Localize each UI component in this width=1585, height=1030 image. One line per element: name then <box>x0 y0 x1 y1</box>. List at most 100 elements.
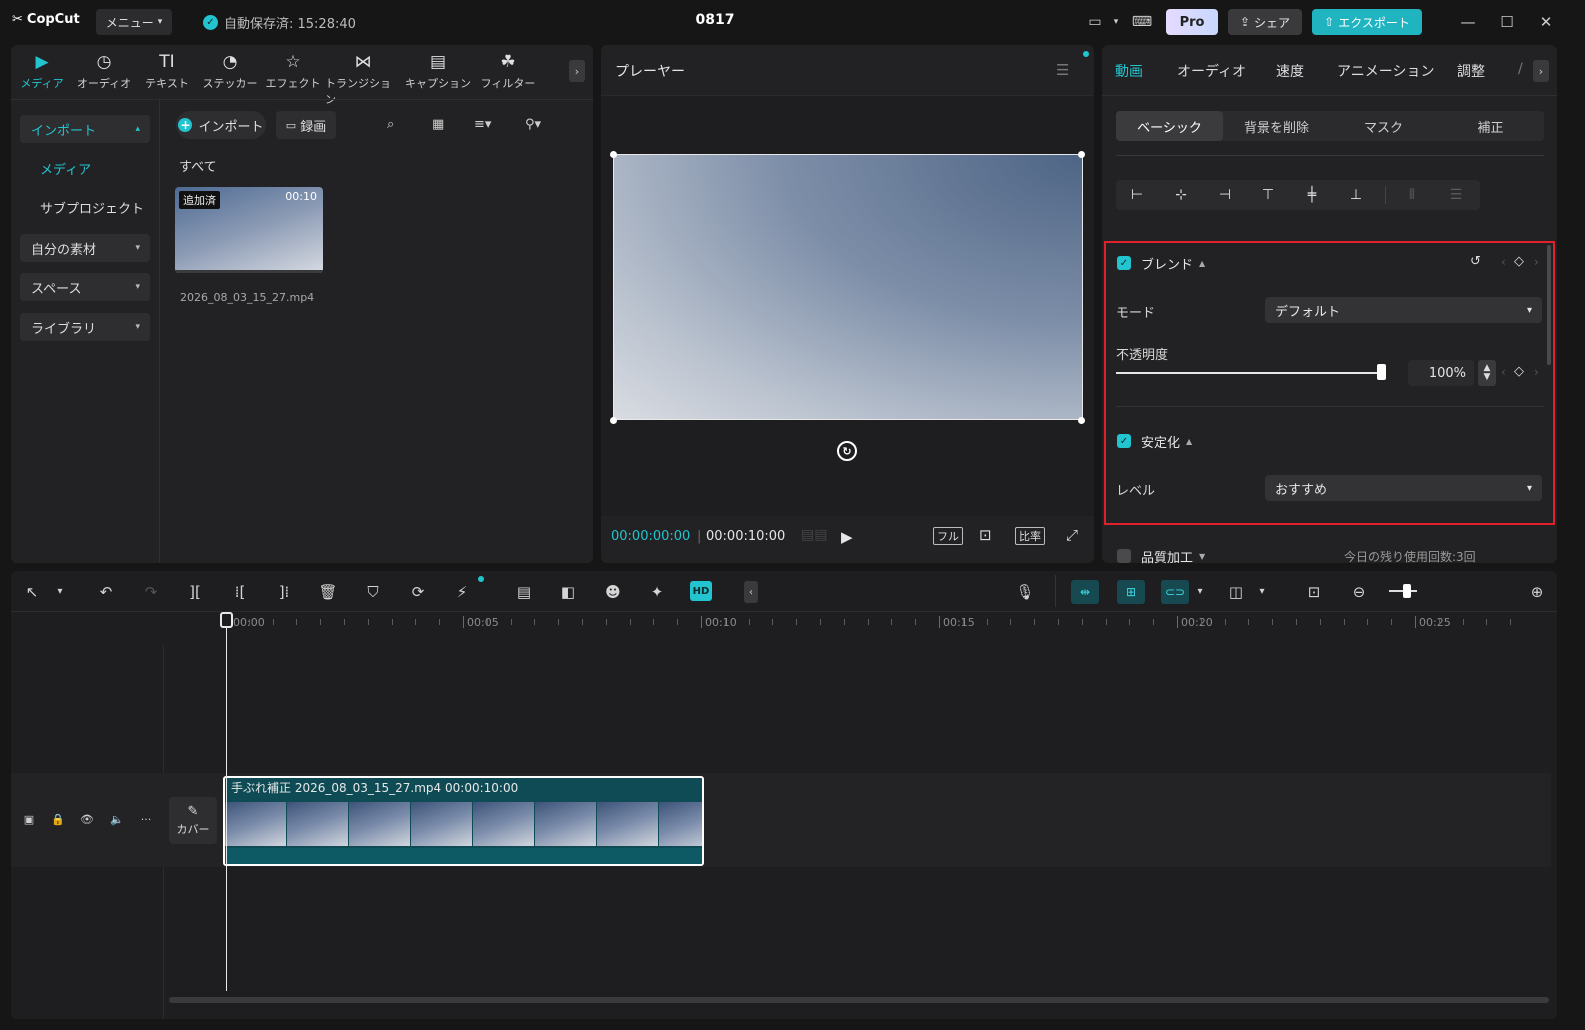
tab-text[interactable]: TI テキスト <box>141 51 193 95</box>
undo-icon[interactable]: ↶ <box>95 583 117 601</box>
zoom-slider-handle[interactable] <box>1403 584 1411 598</box>
sidebar-item-import[interactable]: インポート ▴ <box>20 115 150 143</box>
resize-handle[interactable] <box>1078 151 1085 158</box>
media-thumbnail[interactable]: 追加済 00:10 <box>175 187 323 273</box>
grid-view-icon[interactable]: ▦ <box>432 117 444 132</box>
tab-transition[interactable]: ⋈ トランジション <box>325 51 401 106</box>
ratio-button[interactable]: 比率 <box>1015 527 1045 545</box>
fit-timeline-icon[interactable]: ⊡ <box>1303 583 1325 601</box>
tab-caption[interactable]: ▤ キャプション <box>405 51 471 95</box>
redo-icon[interactable]: ↷ <box>140 583 162 601</box>
chevron-down-icon[interactable]: ▾ <box>1110 13 1122 31</box>
zoom-out-icon[interactable]: ⊖ <box>1348 583 1370 601</box>
share-button[interactable]: ⇪ シェア <box>1228 9 1302 35</box>
close-icon[interactable]: ✕ <box>1536 12 1556 32</box>
video-preview[interactable] <box>613 154 1083 420</box>
lock-icon[interactable]: 🔒 <box>49 813 67 826</box>
playhead-handle[interactable] <box>220 612 233 628</box>
marker-icon[interactable]: ⛉ <box>362 583 384 601</box>
maximize-icon[interactable]: ☐ <box>1497 12 1517 32</box>
link-icon[interactable]: ⊂⊃ <box>1161 580 1189 604</box>
tab-more[interactable]: / <box>1518 61 1523 77</box>
tabs-scroll-right-button[interactable]: › <box>569 60 585 82</box>
subtitle-edit-icon[interactable]: ▤ <box>513 583 535 601</box>
distribute-h-icon[interactable]: ⫴ <box>1403 187 1421 203</box>
keyboard-icon[interactable]: ⌨ <box>1130 12 1154 32</box>
resize-handle[interactable] <box>1078 417 1085 424</box>
tab-speed[interactable]: 速度 <box>1276 61 1304 81</box>
sort-icon[interactable]: ≡▾ <box>474 117 491 132</box>
subtab-correction[interactable]: 補正 <box>1437 111 1544 141</box>
minimize-icon[interactable]: — <box>1458 12 1478 32</box>
align-center-h-icon[interactable]: ⊹ <box>1172 187 1190 203</box>
person-effect-icon[interactable]: ☻ <box>602 583 624 601</box>
sidebar-item-media[interactable]: メディア <box>20 154 150 182</box>
align-right-icon[interactable]: ⊣ <box>1216 187 1234 203</box>
record-button[interactable]: ▭ 録画 <box>276 111 336 139</box>
tab-effect[interactable]: ☆ エフェクト <box>265 51 321 95</box>
sidebar-item-library[interactable]: ライブラリ ▾ <box>20 313 150 341</box>
delete-icon[interactable]: 🗑 <box>317 583 339 601</box>
playhead[interactable] <box>226 619 227 991</box>
hamburger-menu-icon[interactable]: ☰ <box>1056 61 1069 79</box>
export-button[interactable]: ⇧ エクスポート <box>1312 9 1422 35</box>
microphone-icon[interactable]: 🎙 <box>1014 583 1036 601</box>
subtab-basic[interactable]: ベーシック <box>1116 111 1223 141</box>
hd-icon[interactable]: HD <box>690 581 712 601</box>
align-top-icon[interactable]: ⊤ <box>1259 187 1277 203</box>
menu-button[interactable]: メニュー ▾ <box>96 9 172 35</box>
chevron-down-icon[interactable]: ▾ <box>1251 586 1273 597</box>
tab-audio[interactable]: オーディオ <box>1177 61 1246 81</box>
ai-icon[interactable]: ⚡ <box>451 583 473 601</box>
align-bottom-icon[interactable]: ⊥ <box>1347 187 1365 203</box>
align-center-v-icon[interactable]: ╪ <box>1303 187 1321 203</box>
tabs-scroll-right-button[interactable]: › <box>1533 60 1549 82</box>
chevron-down-icon[interactable]: ▾ <box>1189 586 1211 597</box>
main-track-magnet-icon[interactable]: ⇹ <box>1071 580 1099 604</box>
preview-axis-icon[interactable]: ◫ <box>1225 583 1247 601</box>
mirror-icon[interactable]: ◧ <box>557 583 579 601</box>
tab-adjust[interactable]: 調整 <box>1457 61 1485 81</box>
resize-handle[interactable] <box>610 151 617 158</box>
rotate-icon[interactable]: ↻ <box>837 441 857 461</box>
cover-button[interactable]: ✎ カバー <box>169 797 217 844</box>
search-icon[interactable]: ⌕ <box>387 117 394 132</box>
subtab-mask[interactable]: マスク <box>1330 111 1437 141</box>
tab-sticker[interactable]: ◔ ステッカー <box>199 51 261 95</box>
magic-wand-icon[interactable]: ✦ <box>646 583 668 601</box>
sidebar-item-space[interactable]: スペース ▾ <box>20 273 150 301</box>
fullscreen-icon[interactable]: ⤢ <box>1066 526 1078 544</box>
quality-checkbox[interactable] <box>1117 549 1131 563</box>
full-quality-button[interactable]: フル <box>933 527 963 545</box>
sidebar-item-my-assets[interactable]: 自分の素材 ▾ <box>20 234 150 262</box>
tab-animation[interactable]: アニメーション <box>1337 61 1434 81</box>
select-cursor-icon[interactable]: ↖ <box>21 583 43 601</box>
play-icon[interactable]: ▶ <box>841 528 853 546</box>
trim-left-icon[interactable]: ⁞[ <box>229 583 251 601</box>
split-icon[interactable]: ][ <box>184 583 206 601</box>
more-icon[interactable]: ··· <box>137 813 155 826</box>
speaker-icon[interactable]: 🔈 <box>108 813 126 826</box>
auto-snap-icon[interactable]: ⊞ <box>1117 580 1145 604</box>
eye-icon[interactable]: 👁 <box>78 813 96 826</box>
tab-audio[interactable]: ◷ オーディオ <box>73 51 135 95</box>
zoom-in-icon[interactable]: ⊕ <box>1526 583 1548 601</box>
distribute-v-icon[interactable]: ☰ <box>1447 187 1465 203</box>
align-left-icon[interactable]: ⊢ <box>1128 187 1146 203</box>
filter-funnel-icon[interactable]: ⚲▾ <box>525 117 541 132</box>
layout-icon[interactable]: ▭ <box>1084 12 1106 32</box>
import-button[interactable]: + インポート <box>176 111 266 139</box>
zoom-fit-icon[interactable]: ⊡ <box>979 526 992 544</box>
collapse-toolbar-button[interactable]: ‹ <box>744 581 758 603</box>
chevron-down-icon[interactable]: ▾ <box>49 586 71 597</box>
horizontal-scrollbar[interactable] <box>169 997 1549 1003</box>
tab-video[interactable]: 動画 <box>1115 61 1143 81</box>
resize-handle[interactable] <box>610 417 617 424</box>
pro-button[interactable]: Pro <box>1166 9 1218 35</box>
tab-filter[interactable]: ☘ フィルター <box>477 51 539 95</box>
subtab-remove-bg[interactable]: 背景を削除 <box>1223 111 1330 141</box>
timeline-clip[interactable]: 手ぶれ補正 2026_08_03_15_27.mp4 00:00:10:00 <box>223 776 704 866</box>
trim-right-icon[interactable]: ]⁞ <box>273 583 295 601</box>
sidebar-item-subproject[interactable]: サブプロジェクト <box>20 193 150 221</box>
crop-icon[interactable]: ⟳ <box>407 583 429 601</box>
